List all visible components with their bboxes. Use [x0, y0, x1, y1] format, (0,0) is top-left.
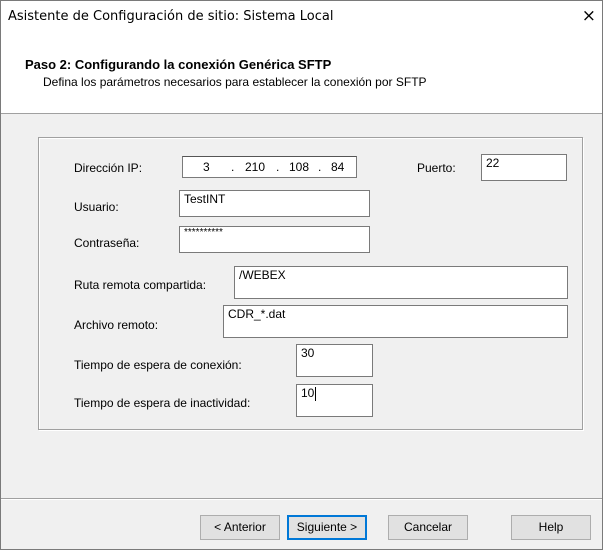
title-bar[interactable]: Asistente de Configuración de sitio: Sis… — [1, 1, 602, 33]
user-label: Usuario: — [74, 200, 119, 214]
remote-path-label: Ruta remota compartida: — [74, 278, 207, 292]
ip-label: Dirección IP: — [74, 161, 143, 175]
help-button[interactable]: Help — [511, 515, 591, 540]
port-label: Puerto: — [417, 161, 456, 175]
connect-timeout-input[interactable]: 30 — [296, 344, 373, 377]
close-icon[interactable]: × — [582, 6, 596, 26]
ip-octet-2[interactable]: 210 — [245, 160, 265, 174]
password-label: Contraseña: — [74, 236, 140, 250]
password-input[interactable]: ********** — [179, 226, 370, 253]
idle-timeout-value: 10 — [301, 386, 315, 400]
connect-timeout-label: Tiempo de espera de conexión: — [74, 358, 242, 372]
cancel-button[interactable]: Cancelar — [388, 515, 468, 540]
step-title: Paso 2: Configurando la conexión Genéric… — [25, 57, 332, 72]
remote-file-input[interactable]: CDR_*.dat — [223, 305, 568, 338]
remote-file-label: Archivo remoto: — [74, 318, 159, 332]
ip-address-input[interactable]: 3 . 210 . 108 . 84 — [182, 156, 357, 178]
idle-timeout-input[interactable]: 10 — [296, 384, 373, 417]
port-input[interactable]: 22 — [481, 154, 567, 181]
user-input[interactable]: TestINT — [179, 190, 370, 217]
next-button[interactable]: Siguiente > — [287, 515, 367, 540]
ip-dot-1: . — [231, 160, 235, 174]
ip-octet-3[interactable]: 108 — [289, 160, 309, 174]
wizard-header: Paso 2: Configurando la conexión Genéric… — [1, 33, 602, 114]
ip-dot-3: . — [318, 160, 322, 174]
remote-path-input[interactable]: /WEBEX — [234, 266, 568, 299]
ip-octet-1[interactable]: 3 — [203, 160, 210, 174]
step-subtitle: Defina los parámetros necesarios para es… — [43, 75, 427, 89]
ip-octet-4[interactable]: 84 — [331, 160, 344, 174]
window-title: Asistente de Configuración de sitio: Sis… — [8, 9, 334, 24]
idle-timeout-label: Tiempo de espera de inactividad: — [74, 396, 251, 410]
back-button[interactable]: < Anterior — [200, 515, 280, 540]
setup-wizard-dialog: Asistente de Configuración de sitio: Sis… — [0, 0, 603, 550]
ip-dot-2: . — [276, 160, 280, 174]
button-separator-highlight — [1, 499, 602, 500]
wizard-body: Dirección IP: 3 . 210 . 108 . 84 Puerto:… — [1, 114, 602, 494]
text-cursor — [315, 386, 317, 401]
connection-settings-group: Dirección IP: 3 . 210 . 108 . 84 Puerto:… — [38, 137, 583, 430]
